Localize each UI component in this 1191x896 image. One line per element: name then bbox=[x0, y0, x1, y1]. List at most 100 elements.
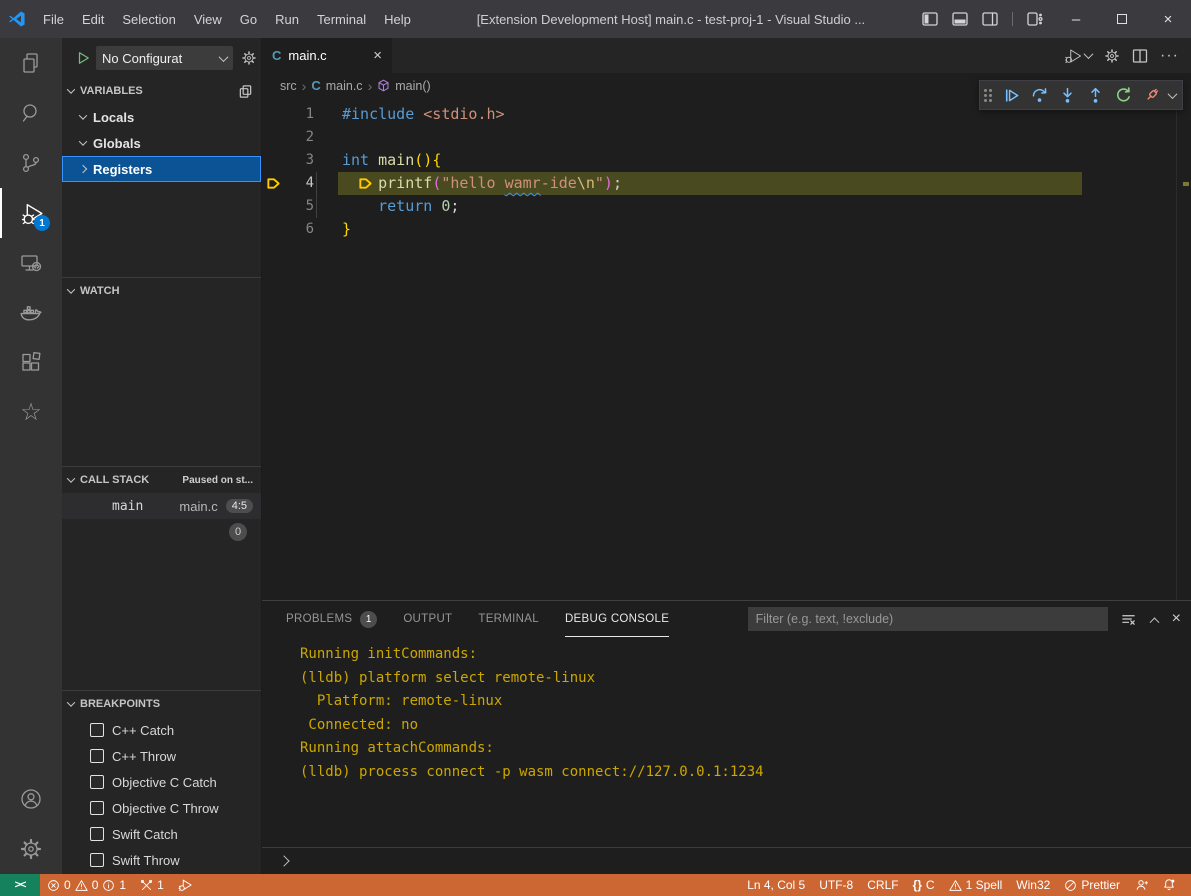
breakpoint-row[interactable]: Objective C Throw bbox=[62, 795, 261, 821]
clear-console-icon[interactable] bbox=[1120, 612, 1137, 627]
minimize-button[interactable]: – bbox=[1053, 0, 1099, 38]
docker-icon[interactable] bbox=[0, 288, 62, 338]
variables-item-registers[interactable]: Registers bbox=[62, 156, 261, 182]
menu-file[interactable]: File bbox=[34, 8, 73, 31]
language-mode[interactable]: {} C bbox=[906, 874, 942, 896]
account-icon[interactable] bbox=[0, 774, 62, 824]
customize-layout-icon[interactable] bbox=[1027, 12, 1043, 26]
run-or-debug-icon[interactable] bbox=[1064, 47, 1092, 65]
debug-config-dropdown[interactable]: No Configurat bbox=[96, 46, 233, 70]
breakpoint-gutter[interactable] bbox=[262, 149, 290, 172]
search-icon[interactable] bbox=[0, 88, 62, 138]
maximize-panel-icon[interactable] bbox=[1149, 617, 1159, 627]
line-content[interactable] bbox=[342, 126, 1191, 149]
stack-frame-row[interactable]: main main.c 4:5 bbox=[62, 493, 261, 519]
restart-button[interactable] bbox=[1110, 82, 1136, 108]
line-number[interactable]: 2 bbox=[290, 126, 314, 149]
toggle-secondary-sidebar-icon[interactable] bbox=[982, 12, 998, 26]
remote-explorer-icon[interactable] bbox=[0, 238, 62, 288]
explorer-icon[interactable] bbox=[0, 38, 62, 88]
debug-status-icon[interactable] bbox=[171, 874, 199, 896]
close-panel-icon[interactable]: × bbox=[1172, 610, 1181, 628]
eol-sequence[interactable]: CRLF bbox=[860, 874, 905, 896]
split-editor-icon[interactable] bbox=[1132, 48, 1148, 64]
menu-selection[interactable]: Selection bbox=[113, 8, 184, 31]
start-debugging-icon[interactable] bbox=[76, 51, 90, 65]
star-extension-icon[interactable]: ☆ bbox=[0, 388, 62, 438]
drag-handle-icon[interactable] bbox=[984, 89, 992, 102]
breakpoint-gutter[interactable] bbox=[262, 195, 290, 218]
panel-tab-debug-console[interactable]: DEBUG CONSOLE bbox=[565, 601, 669, 637]
line-number[interactable]: 5 bbox=[290, 195, 314, 218]
breakpoint-checkbox[interactable] bbox=[90, 827, 104, 841]
platform-status[interactable]: Win32 bbox=[1009, 874, 1057, 896]
breakpoint-gutter[interactable] bbox=[262, 172, 290, 195]
menu-edit[interactable]: Edit bbox=[73, 8, 113, 31]
feedback-icon[interactable] bbox=[1127, 874, 1155, 896]
line-content[interactable]: int main(){ bbox=[342, 149, 1191, 172]
spell-checker-status[interactable]: 1 Spell bbox=[942, 874, 1010, 896]
tasks-status[interactable]: 1 bbox=[133, 874, 171, 896]
tab-main-c[interactable]: C main.c × bbox=[262, 38, 392, 73]
menu-terminal[interactable]: Terminal bbox=[308, 8, 375, 31]
run-and-debug-icon[interactable]: 1 bbox=[0, 188, 62, 238]
breakpoints-header[interactable]: BREAKPOINTS bbox=[62, 691, 261, 717]
code-editor[interactable]: 1#include <stdio.h>23int main(){4 printf… bbox=[262, 98, 1191, 600]
watch-header[interactable]: WATCH bbox=[62, 278, 261, 304]
disconnect-button[interactable] bbox=[1138, 82, 1164, 108]
line-number[interactable]: 4 bbox=[290, 172, 314, 195]
line-number[interactable]: 6 bbox=[290, 218, 314, 241]
more-actions-icon[interactable]: ··· bbox=[1160, 47, 1179, 65]
extensions-icon[interactable] bbox=[0, 338, 62, 388]
close-button[interactable]: × bbox=[1145, 0, 1191, 38]
line-number[interactable]: 3 bbox=[290, 149, 314, 172]
breakpoint-gutter[interactable] bbox=[262, 103, 290, 126]
panel-tab-terminal[interactable]: TERMINAL bbox=[478, 601, 539, 637]
problems-status[interactable]: 0 0 1 bbox=[40, 874, 133, 896]
more-debug-actions-icon[interactable] bbox=[1168, 89, 1178, 99]
toggle-sidebar-icon[interactable] bbox=[922, 12, 938, 26]
panel-tab-problems[interactable]: PROBLEMS1 bbox=[286, 601, 377, 637]
step-into-button[interactable] bbox=[1054, 82, 1080, 108]
toggle-panel-icon[interactable] bbox=[952, 12, 968, 26]
line-number[interactable]: 1 bbox=[290, 103, 314, 126]
encoding[interactable]: UTF-8 bbox=[812, 874, 860, 896]
maximize-button[interactable] bbox=[1099, 0, 1145, 38]
console-filter-input[interactable] bbox=[748, 607, 1108, 631]
variables-header[interactable]: VARIABLES bbox=[62, 78, 261, 104]
menu-go[interactable]: Go bbox=[231, 8, 266, 31]
remote-indicator[interactable]: >< bbox=[0, 874, 40, 896]
call-stack-header[interactable]: CALL STACK Paused on st... bbox=[62, 467, 261, 493]
step-over-button[interactable] bbox=[1026, 82, 1052, 108]
breakpoint-row[interactable]: Swift Catch bbox=[62, 821, 261, 847]
breakpoint-row[interactable]: Objective C Catch bbox=[62, 769, 261, 795]
breakpoint-row[interactable]: C++ Catch bbox=[62, 717, 261, 743]
line-content[interactable]: printf("hello wamr-ide\n"); bbox=[342, 172, 1191, 195]
breakpoint-checkbox[interactable] bbox=[90, 749, 104, 763]
breakpoint-row[interactable]: C++ Throw bbox=[62, 743, 261, 769]
menu-help[interactable]: Help bbox=[375, 8, 420, 31]
breakpoint-gutter[interactable] bbox=[262, 126, 290, 149]
breadcrumb-file[interactable]: main.c bbox=[326, 79, 363, 93]
line-content[interactable]: return 0; bbox=[342, 195, 1191, 218]
editor-settings-gear-icon[interactable] bbox=[1104, 48, 1120, 64]
variables-item-locals[interactable]: Locals bbox=[62, 104, 261, 130]
breakpoint-checkbox[interactable] bbox=[90, 723, 104, 737]
breakpoint-row[interactable]: Swift Throw bbox=[62, 847, 261, 873]
open-launch-json-gear-icon[interactable] bbox=[241, 50, 257, 66]
copy-icon[interactable] bbox=[238, 84, 253, 99]
continue-button[interactable] bbox=[998, 82, 1024, 108]
breakpoint-checkbox[interactable] bbox=[90, 801, 104, 815]
step-out-button[interactable] bbox=[1082, 82, 1108, 108]
scrollbar-track[interactable] bbox=[1176, 98, 1177, 600]
formatter-status[interactable]: Prettier bbox=[1057, 874, 1127, 896]
variables-item-globals[interactable]: Globals bbox=[62, 130, 261, 156]
settings-gear-icon[interactable] bbox=[0, 824, 62, 874]
debug-console-input[interactable] bbox=[262, 847, 1191, 874]
breakpoint-checkbox[interactable] bbox=[90, 853, 104, 867]
breadcrumb-symbol[interactable]: main() bbox=[395, 79, 430, 93]
close-tab-icon[interactable]: × bbox=[373, 47, 382, 64]
cursor-position[interactable]: Ln 4, Col 5 bbox=[740, 874, 812, 896]
notifications-bell-icon[interactable] bbox=[1155, 874, 1183, 896]
source-control-icon[interactable] bbox=[0, 138, 62, 188]
